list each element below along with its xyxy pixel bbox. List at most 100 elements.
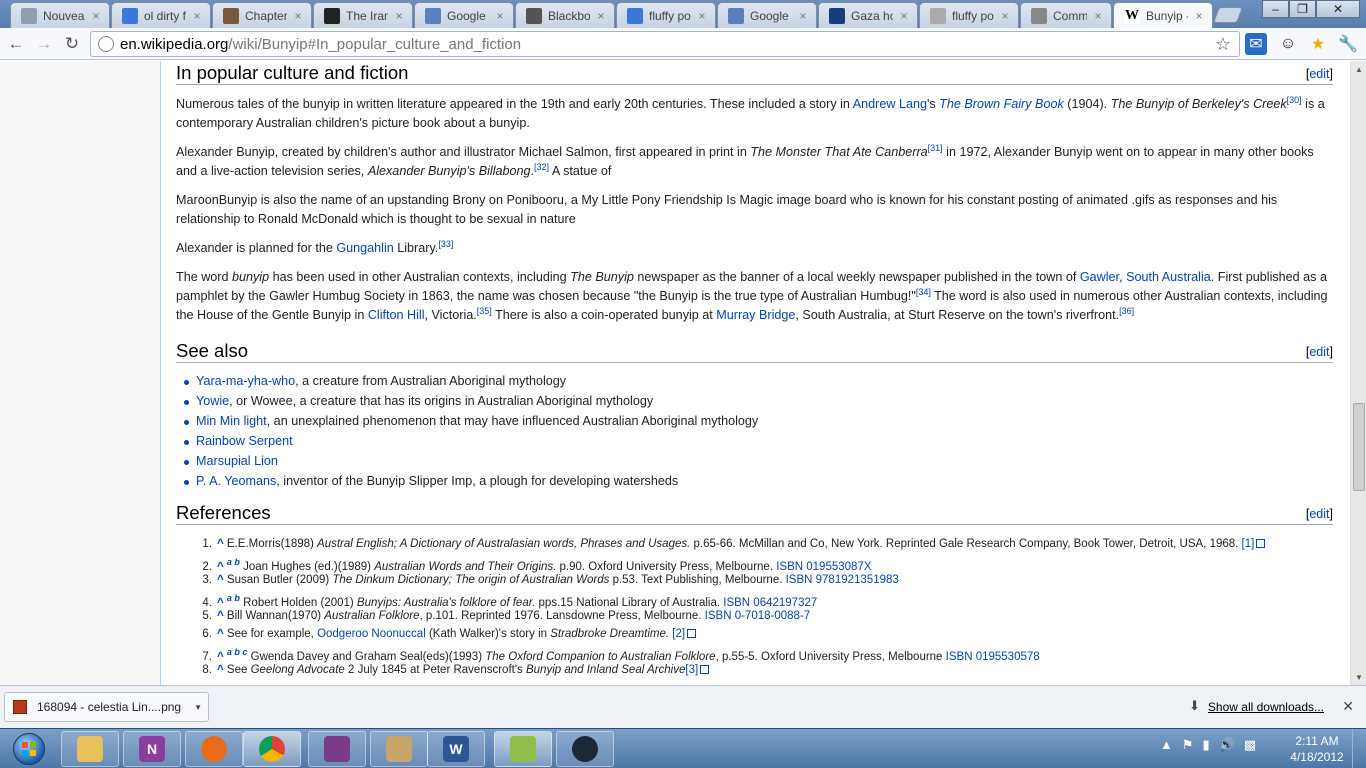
ref-35[interactable]: [35] (477, 306, 492, 316)
backlink-letters[interactable]: a b (227, 557, 240, 567)
taskbar-winrar[interactable] (308, 731, 366, 767)
tab-close-icon[interactable]: × (796, 9, 810, 23)
link-andrew-lang[interactable]: Andrew Lang (853, 97, 927, 111)
address-bar[interactable]: en.wikipedia.org/wiki/Bunyip#In_popular_… (90, 31, 1240, 57)
browser-tab[interactable]: Nouveau × (10, 2, 110, 28)
backlink-caret[interactable]: ^ (217, 664, 224, 676)
see-also-link[interactable]: Yowie (196, 394, 229, 408)
ref-32[interactable]: [32] (534, 162, 549, 172)
network-signal-icon[interactable]: ▩ (1244, 737, 1256, 753)
link-murray-bridge[interactable]: Murray Bridge (716, 308, 795, 322)
minimize-button[interactable]: – (1262, 0, 1289, 18)
battery-icon[interactable]: ▮ (1203, 737, 1210, 753)
tab-close-icon[interactable]: × (1192, 9, 1206, 23)
browser-tab[interactable]: Chapter 9 × (212, 2, 312, 28)
see-also-link[interactable]: Min Min light (196, 414, 267, 428)
taskbar-notepad[interactable] (494, 731, 552, 767)
taskbar-firefox[interactable] (185, 731, 243, 767)
new-tab-button[interactable] (1213, 7, 1243, 23)
show-all-downloads-link[interactable]: Show all downloads... (1208, 700, 1324, 714)
see-also-link[interactable]: Rainbow Serpent (196, 434, 293, 448)
link-gungahlin[interactable]: Gungahlin (336, 241, 393, 255)
tab-close-icon[interactable]: × (89, 9, 103, 23)
extension-icon[interactable]: ✉ (1245, 33, 1267, 55)
tab-close-icon[interactable]: × (695, 9, 709, 23)
reload-icon[interactable]: ↻ (62, 34, 82, 54)
ref-34[interactable]: [34] (916, 287, 931, 297)
taskbar-onenote[interactable]: N (123, 731, 181, 767)
start-button[interactable] (2, 730, 56, 768)
taskbar-chrome[interactable] (243, 731, 301, 767)
browser-tab[interactable]: ol dirty flu × (111, 2, 211, 28)
tab-close-icon[interactable]: × (493, 9, 507, 23)
extension-face-icon[interactable]: ☺ (1277, 33, 1299, 55)
ref-36[interactable]: [36] (1119, 306, 1134, 316)
backlink-caret[interactable]: ^ (217, 610, 224, 622)
reference-link[interactable]: Oodgeroo Noonuccal (317, 628, 426, 640)
reference-link[interactable]: [1] (1242, 538, 1255, 550)
tab-close-icon[interactable]: × (190, 9, 204, 23)
taskbar-explorer[interactable] (61, 731, 119, 767)
vertical-scrollbar[interactable]: ▲ ▼ (1350, 61, 1366, 685)
show-hidden-icons-icon[interactable]: ▲ (1160, 737, 1173, 753)
backlink-caret[interactable]: ^ (217, 628, 224, 640)
tab-close-icon[interactable]: × (998, 9, 1012, 23)
see-also-link[interactable]: Yara-ma-yha-who (196, 374, 295, 388)
reference-link[interactable]: [3] (685, 664, 698, 676)
show-desktop-button[interactable] (1352, 729, 1366, 768)
tab-close-icon[interactable]: × (392, 9, 406, 23)
backlink-letters[interactable]: a b (227, 593, 240, 603)
reference-link[interactable]: ISBN 0195530578 (946, 651, 1040, 663)
taskbar-steam[interactable] (556, 731, 614, 767)
ref-30[interactable]: [30] (1287, 95, 1302, 105)
reference-link[interactable]: [2] (672, 628, 685, 640)
forward-arrow-icon[interactable]: → (34, 34, 54, 54)
browser-tab[interactable]: Gaza hors × (818, 2, 918, 28)
scroll-down-icon[interactable]: ▼ (1351, 669, 1366, 685)
browser-tab[interactable]: Google N × (414, 2, 514, 28)
dropdown-arrow-icon[interactable]: ▼ (194, 703, 202, 712)
back-arrow-icon[interactable]: ← (6, 34, 26, 54)
download-item[interactable]: 168094 - celestia Lin....png ▼ (4, 692, 209, 722)
tab-close-icon[interactable]: × (1091, 9, 1105, 23)
wrench-menu-icon[interactable]: 🔧 (1337, 33, 1359, 55)
action-center-flag-icon[interactable]: ⚑ (1182, 737, 1194, 753)
ref-31[interactable]: [31] (928, 143, 943, 153)
reference-link[interactable]: ISBN 9781921351983 (786, 574, 899, 586)
see-also-link[interactable]: Marsupial Lion (196, 454, 278, 468)
close-shelf-icon[interactable]: ✕ (1342, 698, 1354, 715)
edit-link[interactable]: edit (1309, 507, 1329, 521)
tab-close-icon[interactable]: × (594, 9, 608, 23)
link-gawler[interactable]: Gawler (1080, 270, 1119, 284)
browser-tab[interactable]: The Iran V × (313, 2, 413, 28)
link-brown-fairy-book[interactable]: The Brown Fairy Book (939, 97, 1064, 111)
link-south-australia[interactable]: South Australia (1126, 270, 1211, 284)
bookmark-star-icon[interactable]: ☆ (1215, 34, 1231, 55)
edit-link[interactable]: edit (1309, 67, 1329, 81)
taskbar-word[interactable]: W (427, 731, 485, 767)
ref-33[interactable]: [33] (438, 239, 453, 249)
browser-tab[interactable]: Google N × (717, 2, 817, 28)
browser-tab[interactable]: fluffy pon × (919, 2, 1019, 28)
scroll-up-icon[interactable]: ▲ (1351, 61, 1366, 77)
edit-link[interactable]: edit (1309, 345, 1329, 359)
taskbar-paint[interactable] (370, 731, 428, 767)
browser-tab[interactable]: Blackboar × (515, 2, 615, 28)
browser-tab[interactable]: fluffy pon × (616, 2, 716, 28)
tab-close-icon[interactable]: × (291, 9, 305, 23)
scroll-thumb[interactable] (1353, 403, 1365, 491)
extension-star-icon[interactable]: ★ (1307, 33, 1329, 55)
backlink-caret[interactable]: ^ (217, 538, 224, 550)
clock[interactable]: 2:11 AM 4/18/2012 (1285, 733, 1349, 765)
tab-close-icon[interactable]: × (897, 9, 911, 23)
backlink-caret[interactable]: ^ (217, 574, 224, 586)
link-clifton-hill[interactable]: Clifton Hill (368, 308, 425, 322)
backlink-letters[interactable]: a b c (227, 647, 248, 657)
browser-tab[interactable]: Comment × (1020, 2, 1112, 28)
browser-tab[interactable]: W Bunyip - W × (1113, 2, 1213, 28)
volume-icon[interactable]: 🔊 (1219, 737, 1235, 753)
restore-button[interactable]: ❐ (1289, 0, 1316, 18)
reference-link[interactable]: ISBN 0-7018-0088-7 (705, 610, 810, 622)
see-also-link[interactable]: P. A. Yeomans (196, 474, 276, 488)
close-window-button[interactable]: ✕ (1316, 0, 1360, 18)
